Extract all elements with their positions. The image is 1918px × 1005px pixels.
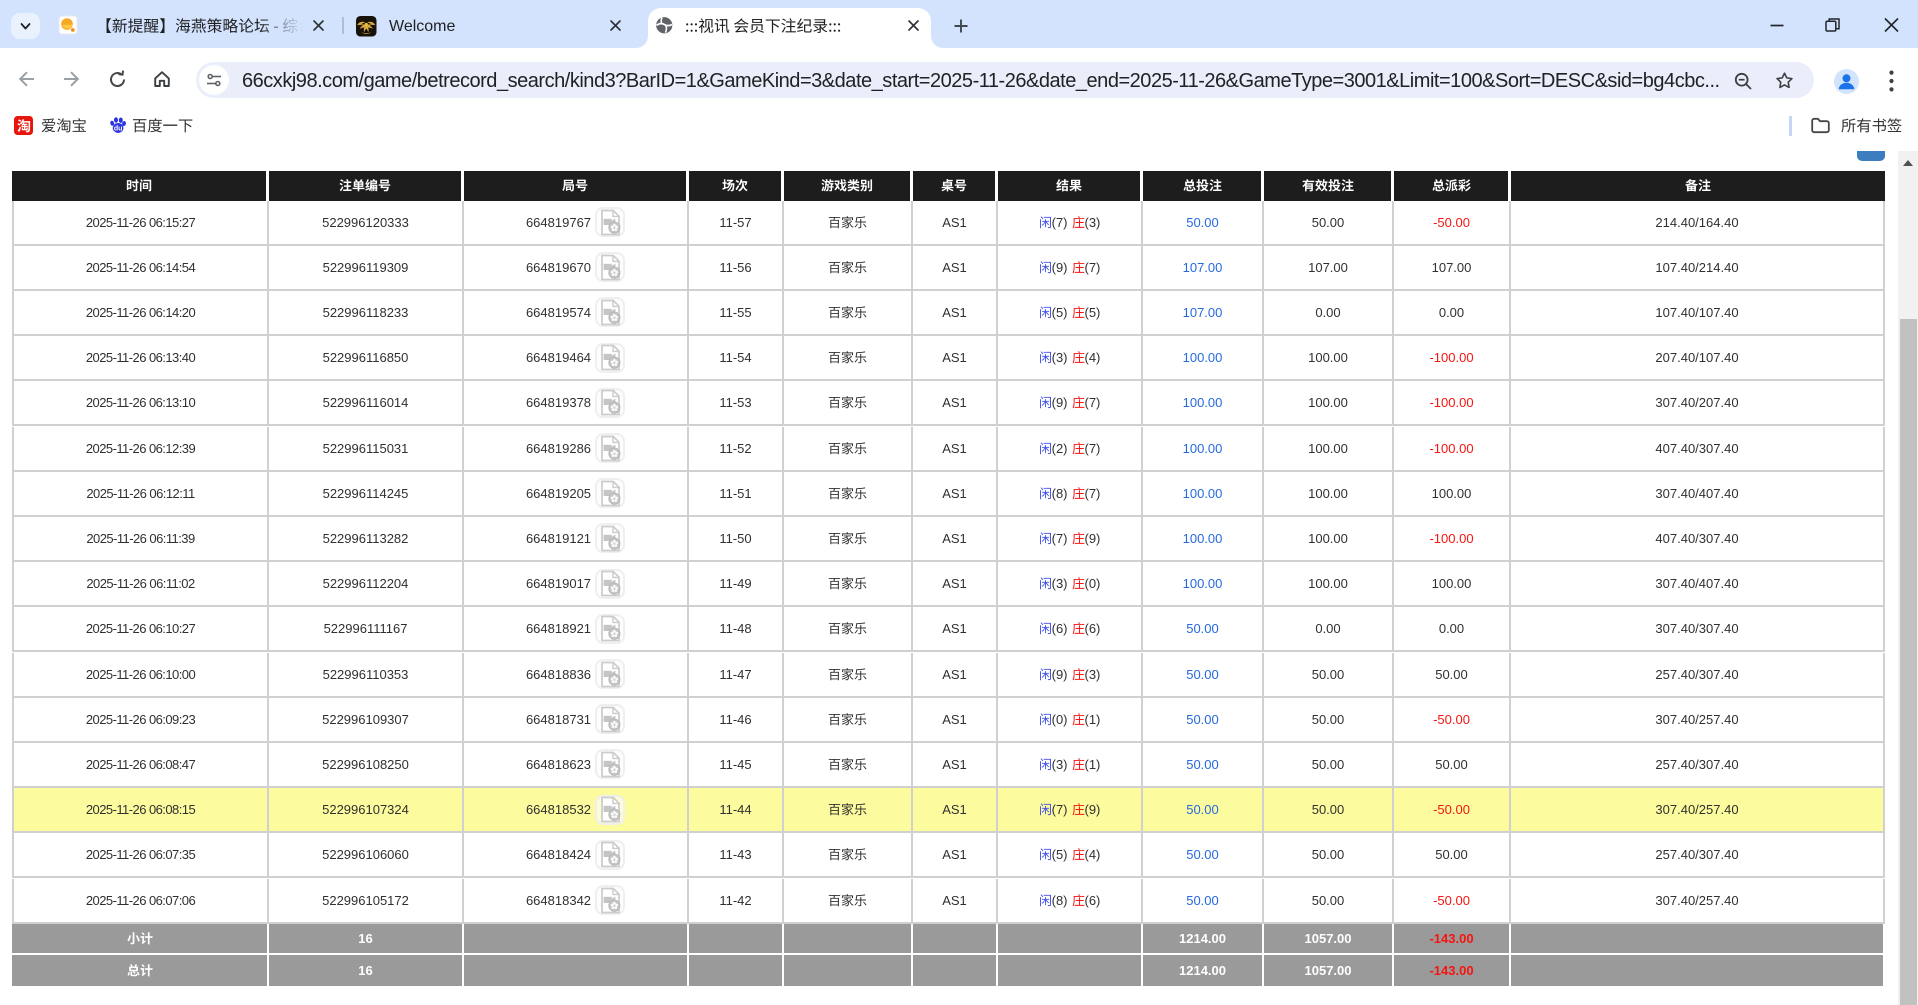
svg-text:du: du — [114, 125, 123, 132]
